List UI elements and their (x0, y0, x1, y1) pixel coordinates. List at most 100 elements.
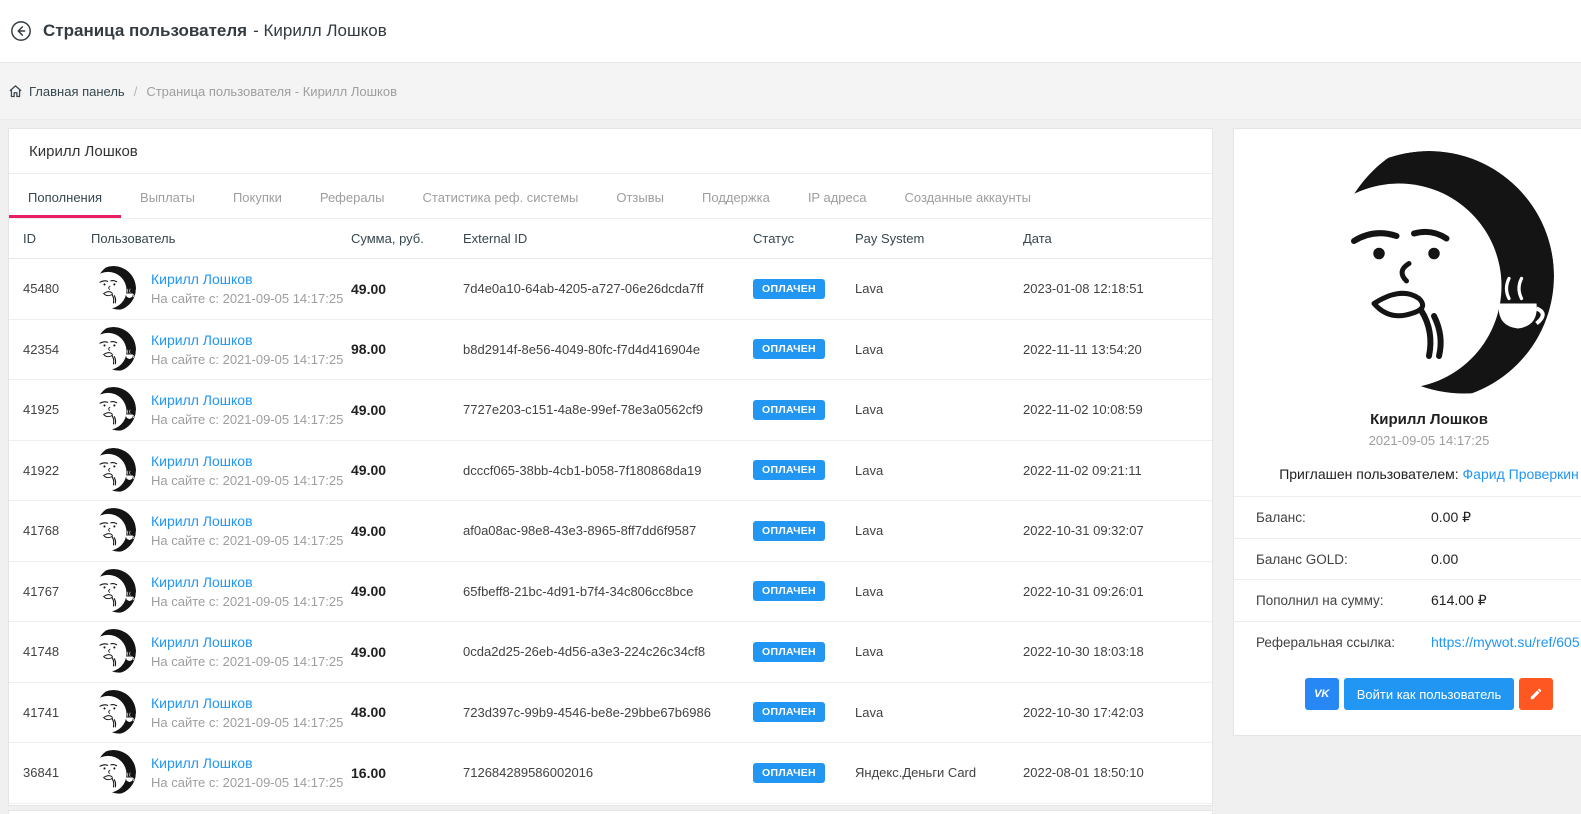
user-since: На сайте с: 2021-09-05 14:17:25 (151, 593, 344, 609)
status-badge: ОПЛАЧЕН (753, 702, 825, 723)
profile-info-row: Реферальная ссылка: https://mywot.su/ref… (1234, 621, 1581, 662)
user-name-link[interactable]: Кирилл Лошков (151, 271, 343, 287)
info-label: Пополнил на сумму: (1256, 593, 1384, 608)
tab-8[interactable]: Созданные аккаунты (885, 174, 1049, 218)
info-value: 614.00 ₽ (1431, 592, 1487, 608)
date: 2022-10-31 09:32:07 (1023, 523, 1144, 539)
user-since: На сайте с: 2021-09-05 14:17:25 (151, 472, 344, 488)
user-name-link[interactable]: Кирилл Лошков (151, 755, 343, 771)
col-user: Пользователь (91, 231, 176, 246)
tab-2[interactable]: Покупки (214, 174, 301, 218)
table-row: 41768 Кирилл Лошков На сайте с: 2021-09-… (9, 501, 1212, 562)
external-id: 7727e203-c151-4a8e-99ef-78e3a0562cf9 (463, 402, 703, 418)
invited-by-label: Приглашен пользователем: (1279, 466, 1459, 482)
tab-4[interactable]: Статистика реф. системы (404, 174, 598, 218)
row-id: 42354 (23, 341, 60, 357)
table-row: 41748 Кирилл Лошков На сайте с: 2021-09-… (9, 622, 1212, 683)
tab-3[interactable]: Рефералы (301, 174, 404, 218)
back-icon[interactable] (10, 20, 32, 42)
amount: 48.00 (351, 704, 387, 721)
login-as-user-button[interactable]: Войти как пользователь (1343, 678, 1515, 710)
user-since: На сайте с: 2021-09-05 14:17:25 (151, 654, 344, 670)
profile-registered-date: 2021-09-05 14:17:25 (1368, 433, 1490, 448)
amount: 49.00 (351, 280, 387, 297)
external-id: 723d397c-99b9-4546-be8e-29bbe67b6986 (463, 704, 711, 720)
table-header: ID Пользователь Сумма, руб. External ID … (9, 219, 1212, 259)
user-name-link[interactable]: Кирилл Лошков (151, 695, 343, 711)
date: 2022-10-30 17:42:03 (1023, 704, 1144, 720)
user-name-link[interactable]: Кирилл Лошков (151, 634, 343, 650)
amount: 49.00 (351, 522, 387, 539)
pay-system: Lava (855, 583, 884, 599)
external-id: 65fbeff8-21bc-4d91-b7f4-34c806cc8bce (463, 583, 694, 599)
amount: 49.00 (351, 583, 387, 600)
home-icon (9, 84, 22, 97)
edit-user-button[interactable] (1519, 678, 1554, 710)
date: 2022-08-01 18:50:10 (1023, 765, 1144, 781)
pay-system: Lava (855, 402, 884, 418)
row-id: 41922 (23, 462, 60, 478)
amount: 16.00 (351, 764, 387, 781)
amount: 49.00 (351, 401, 387, 418)
info-value: 0.00 ₽ (1431, 509, 1472, 525)
date: 2022-11-02 09:21:11 (1023, 462, 1142, 478)
user-name-link[interactable]: Кирилл Лошков (151, 392, 343, 408)
user-name-link[interactable]: Кирилл Лошков (151, 513, 343, 529)
user-name-link[interactable]: Кирилл Лошков (151, 453, 343, 469)
user-avatar (91, 689, 136, 735)
tab-6[interactable]: Поддержка (683, 174, 789, 218)
table-row: 41741 Кирилл Лошков На сайте с: 2021-09-… (9, 683, 1212, 743)
user-avatar (91, 568, 136, 614)
row-id: 45480 (23, 281, 60, 297)
user-since: На сайте с: 2021-09-05 14:17:25 (151, 714, 344, 730)
invited-by-line: Приглашен пользователем: Фарид Проверкин (1234, 466, 1581, 482)
status-badge: ОПЛАЧЕН (753, 762, 825, 783)
date: 2022-11-11 13:54:20 (1023, 341, 1142, 357)
profile-name: Кирилл Лошков (1370, 411, 1488, 428)
user-name-link[interactable]: Кирилл Лошков (151, 332, 343, 348)
table-row: 45480 Кирилл Лошков На сайте с: 2021-09-… (9, 259, 1212, 320)
table-row: 36841 Кирилл Лошков На сайте с: 2021-09-… (9, 743, 1212, 804)
breadcrumb-current: Страница пользователя - Кирилл Лошков (146, 83, 398, 99)
user-avatar (91, 508, 136, 554)
tab-5[interactable]: Отзывы (597, 174, 683, 218)
table-row: 41922 Кирилл Лошков На сайте с: 2021-09-… (9, 441, 1212, 501)
col-status: Статус (753, 231, 795, 246)
info-label: Баланс: (1256, 510, 1306, 525)
profile-actions: VK Войти как пользователь (1234, 678, 1581, 710)
status-badge: ОПЛАЧЕН (753, 460, 825, 481)
breadcrumb-home-label: Главная панель (29, 83, 125, 99)
status-badge: ОПЛАЧЕН (753, 581, 825, 602)
row-id: 41925 (23, 402, 60, 418)
external-id: b8d2914f-8e56-4049-80fc-f7d4d416904e (463, 341, 701, 357)
vk-icon: VK (1314, 688, 1330, 700)
tab-1[interactable]: Выплаты (121, 174, 214, 218)
date: 2022-11-02 10:08:59 (1023, 402, 1143, 418)
col-amount: Сумма, руб. (351, 231, 424, 246)
pay-system: Lava (855, 341, 884, 357)
invited-by-link[interactable]: Фарид Проверкин (1463, 466, 1579, 482)
card-title: Кирилл Лошков (9, 129, 1212, 174)
row-id: 41741 (23, 704, 60, 720)
table-row: 42354 Кирилл Лошков На сайте с: 2021-09-… (9, 320, 1212, 380)
user-avatar (91, 326, 136, 372)
date: 2023-01-08 12:18:51 (1023, 281, 1144, 297)
referral-link[interactable]: https://mywot.su/ref/605 (1431, 634, 1580, 650)
external-id: 0cda2d25-26eb-4d56-a3e3-224c26c34cf8 (463, 644, 706, 660)
external-id: 712684289586002016 (463, 765, 594, 781)
status-badge: ОПЛАЧЕН (753, 641, 825, 662)
vk-button[interactable]: VK (1304, 678, 1339, 710)
profile-info-row: Баланс GOLD: 0.00 (1234, 538, 1581, 579)
tab-7[interactable]: IP адреса (789, 174, 886, 218)
user-avatar (91, 387, 136, 433)
user-since: На сайте с: 2021-09-05 14:17:25 (151, 775, 344, 791)
app-header: Страница пользователя - Кирилл Лошков (0, 0, 1581, 62)
amount: 49.00 (351, 462, 387, 479)
user-since: На сайте с: 2021-09-05 14:17:25 (151, 412, 344, 428)
user-name-link[interactable]: Кирилл Лошков (151, 574, 343, 590)
breadcrumb-home-link[interactable]: Главная панель (8, 84, 125, 99)
pay-system: Lava (855, 281, 884, 297)
table-row: 41925 Кирилл Лошков На сайте с: 2021-09-… (9, 380, 1212, 441)
tab-0[interactable]: Пополнения (9, 174, 121, 218)
pay-system: Lava (855, 644, 884, 660)
